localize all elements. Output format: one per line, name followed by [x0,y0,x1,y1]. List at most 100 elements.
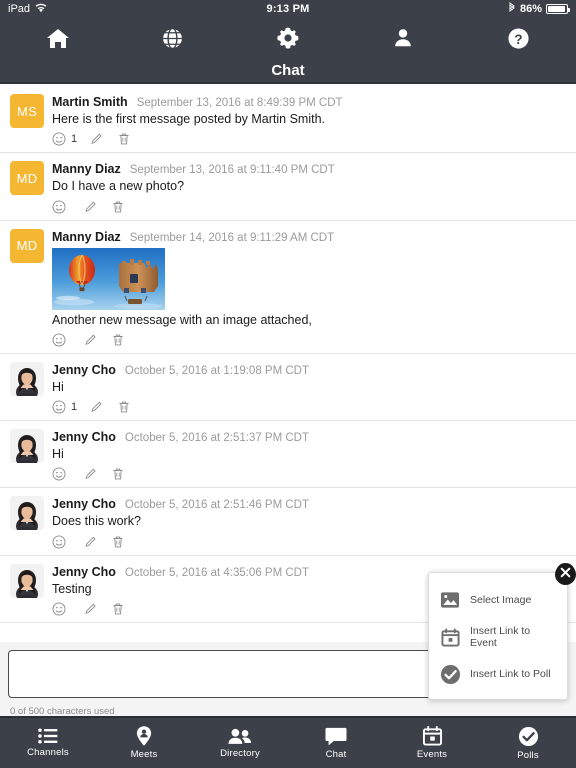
message-text: Does this work? [52,514,141,529]
message-actions [52,328,566,353]
tab-label: Chat [325,748,347,760]
tab-polls[interactable]: Polls [480,726,576,761]
react-button[interactable]: 1 [52,400,77,414]
trash-icon [117,132,131,146]
delete-button[interactable] [117,132,131,146]
chat-bubble-icon [325,727,347,746]
message-body: Jenny Cho October 5, 2016 at 2:51:46 PM … [52,496,566,554]
message-item[interactable]: Jenny Cho October 5, 2016 at 2:51:37 PM … [0,421,576,489]
react-button[interactable] [52,602,71,616]
avatar[interactable]: MD [10,161,44,196]
edit-button[interactable] [84,467,98,481]
avatar[interactable]: MS [10,94,44,128]
message-list[interactable]: MS Martin Smith September 13, 2016 at 8:… [0,86,576,642]
popup-item-select-image[interactable]: Select Image [439,589,557,611]
message-author: Manny Diaz [52,229,121,244]
avatar[interactable] [10,361,44,396]
message-body: Manny Diaz September 14, 2016 at 9:11:29… [52,229,566,353]
message-actions: 1 [52,395,566,420]
message-meta: Manny Diaz September 14, 2016 at 9:11:29… [52,230,566,244]
tab-meets[interactable]: Meets [96,726,192,760]
message-item[interactable]: Jenny Cho October 5, 2016 at 1:19:08 PM … [0,354,576,421]
avatar[interactable] [10,429,44,463]
react-button[interactable] [52,467,71,481]
edit-button[interactable] [84,535,98,549]
pencil-icon [90,400,104,414]
edit-button[interactable] [90,400,104,414]
delete-button[interactable] [111,602,125,616]
message-timestamp: September 14, 2016 at 9:11:29 AM CDT [129,231,335,244]
message-text: Another new message with an image attach… [52,312,312,327]
trash-icon [111,333,125,347]
message-item[interactable]: MS Martin Smith September 13, 2016 at 8:… [0,86,576,154]
globe-icon [161,27,184,50]
avatar[interactable]: MD [10,228,44,263]
message-actions: 1 [52,127,566,152]
message-timestamp: September 13, 2016 at 8:49:39 PM CDT [136,97,343,109]
globe-button[interactable] [143,21,203,55]
popup-item-label: Insert Link to Poll [470,668,551,680]
profile-button[interactable] [373,21,433,55]
message-meta: Manny Diaz September 13, 2016 at 9:11:40… [52,162,566,176]
popup-item-label: Select Image [470,594,532,606]
home-button[interactable] [28,21,88,55]
delete-button[interactable] [111,333,125,347]
help-button[interactable]: ? [488,21,548,55]
smiley-face-icon [52,535,66,549]
battery-percent-label: 86% [519,3,542,15]
settings-button[interactable] [258,21,318,55]
react-button[interactable] [52,333,71,347]
top-navigation-bar: ? [0,18,576,58]
close-popup-button[interactable] [555,562,576,588]
trash-icon [117,400,131,414]
message-author: Jenny Cho [52,362,116,377]
edit-button[interactable] [84,200,98,214]
delete-button[interactable] [117,400,131,414]
message-actions [52,195,566,220]
tab-label: Events [416,749,448,760]
avatar[interactable] [10,563,44,598]
smiley-face-icon [52,132,66,146]
tab-label: Channels [27,747,69,758]
message-body: Jenny Cho October 5, 2016 at 2:51:37 PM … [52,429,566,487]
popup-item-insert-link-to-event[interactable]: Insert Link to Event [439,625,557,649]
popup-item-insert-link-to-poll[interactable]: Insert Link to Poll [439,663,557,685]
delete-button[interactable] [111,467,125,481]
react-button[interactable]: 1 [52,132,77,146]
close-circle-icon [555,562,576,588]
react-button[interactable] [52,535,71,549]
message-meta: Jenny Cho October 5, 2016 at 2:51:46 PM … [52,497,566,511]
message-author: Martin Smith [52,95,128,109]
message-actions [52,530,566,555]
message-item[interactable]: MD Manny Diaz September 14, 2016 at 9:11… [0,221,576,354]
delete-button[interactable] [111,200,125,214]
delete-button[interactable] [111,535,125,549]
tab-directory[interactable]: Directory [192,728,288,759]
tab-chat[interactable]: Chat [288,727,384,760]
message-item[interactable]: Jenny Cho October 5, 2016 at 2:51:46 PM … [0,488,576,556]
smiley-face-icon [52,400,66,414]
message-attachment-image[interactable] [52,247,165,310]
reaction-count: 1 [71,133,78,146]
page-title: Chat [0,58,576,84]
edit-button[interactable] [90,132,104,146]
calendar-icon [422,726,442,746]
message-text: Hi [52,447,64,461]
tab-events[interactable]: Events [384,726,480,760]
message-item[interactable]: MD Manny Diaz September 13, 2016 at 9:11… [0,153,576,221]
avatar[interactable] [10,496,44,531]
image-icon [439,589,461,611]
message-header-row: MD Manny Diaz September 13, 2016 at 9:11… [10,161,566,219]
pencil-icon [84,467,98,481]
check-circle-icon [439,663,461,685]
message-timestamp: October 5, 2016 at 2:51:46 PM CDT [124,499,310,512]
edit-button[interactable] [84,333,98,347]
message-body: Manny Diaz September 13, 2016 at 9:11:40… [52,161,566,219]
message-timestamp: October 5, 2016 at 1:19:08 PM CDT [124,364,310,377]
react-button[interactable] [52,200,71,214]
tab-channels[interactable]: Channels [0,728,96,758]
home-icon [46,27,70,49]
smiley-face-icon [52,333,66,347]
message-header-row: Jenny Cho October 5, 2016 at 1:19:08 PM … [10,361,566,420]
edit-button[interactable] [84,602,98,616]
